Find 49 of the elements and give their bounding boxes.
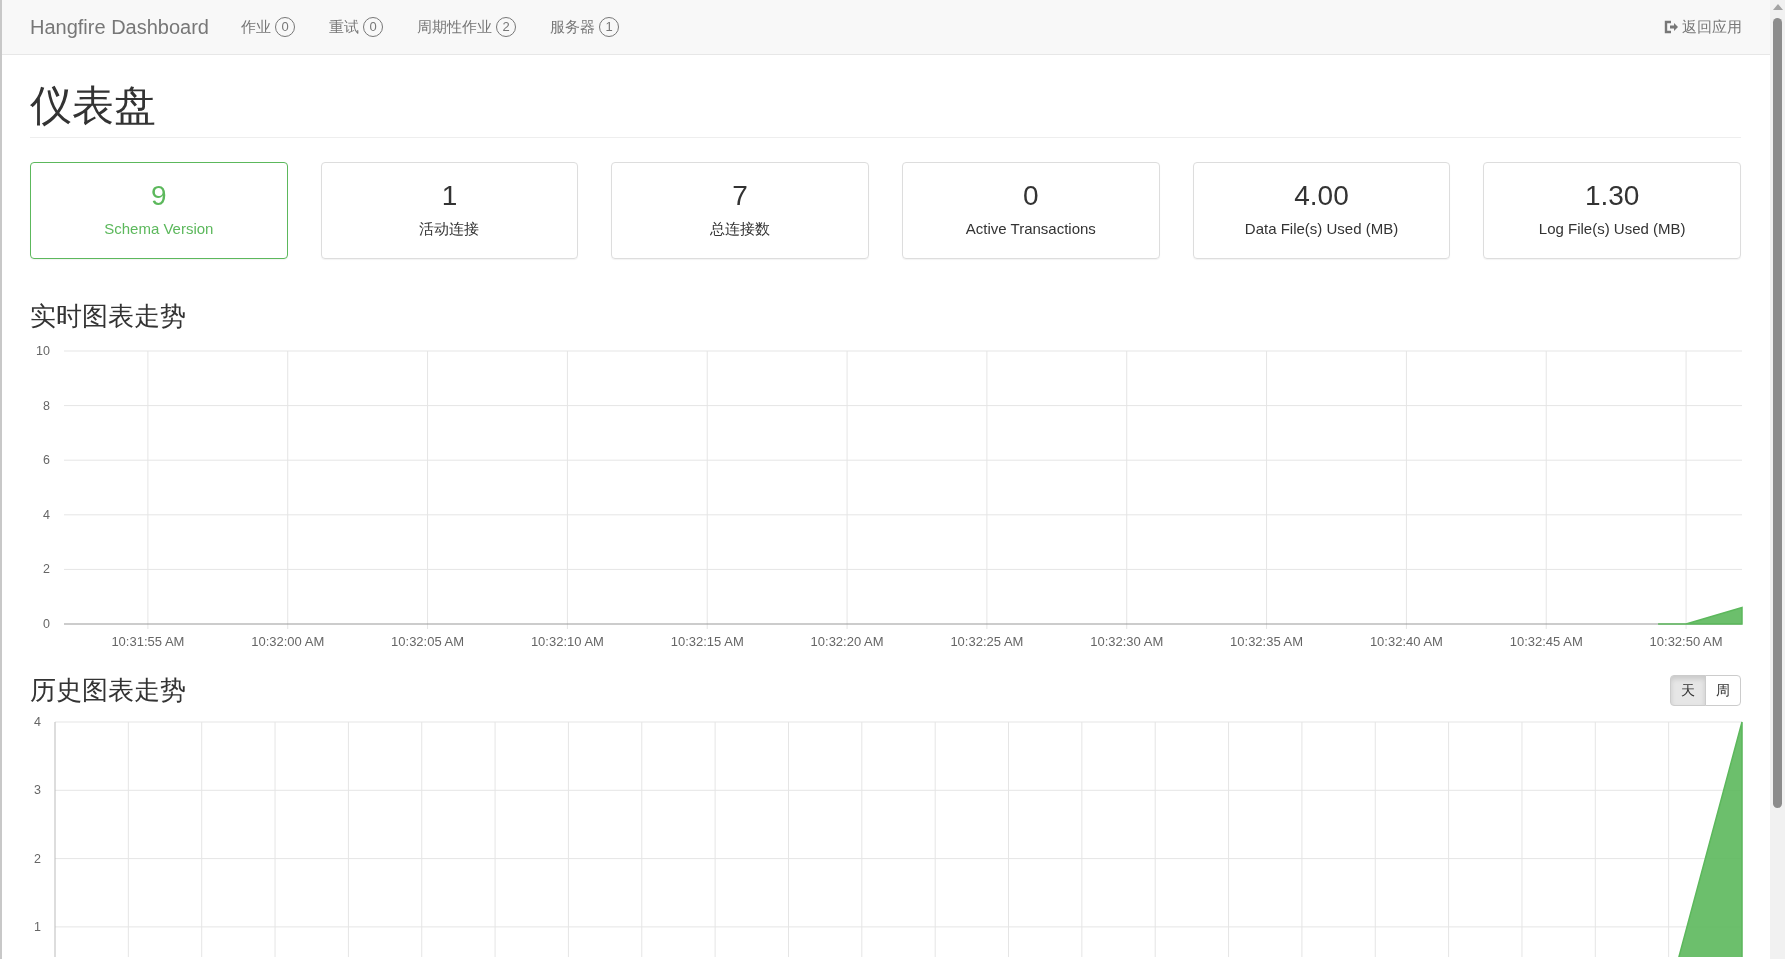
period-toggle[interactable]: 天	[1670, 674, 1706, 706]
axis-tick-label: 10:32:50 AM	[1649, 633, 1723, 649]
metric-label: Schema Version	[104, 219, 214, 240]
scroll-up-icon[interactable]	[1772, 4, 1783, 10]
metric-value: 0	[1023, 181, 1039, 213]
axis-tick-label: 1	[34, 919, 41, 934]
metric-value: 1.30	[1584, 181, 1640, 213]
section-title: 实时图表走势	[30, 301, 187, 333]
metric-label: 总连接数	[710, 219, 771, 240]
nav-link[interactable]: 重试	[329, 15, 359, 39]
axis-tick-label: 3	[34, 783, 41, 798]
nav-link[interactable]: 服务器	[550, 15, 595, 39]
section-title: 历史图表走势	[30, 674, 186, 706]
axis-tick-label: 10:32:15 AM	[670, 633, 744, 649]
axis-tick-label: 10:32:05 AM	[391, 633, 465, 649]
axis-tick-label: 10:32:00 AM	[251, 633, 325, 649]
axis-tick-label: 10:32:45 AM	[1509, 633, 1583, 649]
axis-tick-label: 2	[34, 851, 41, 866]
axis-tick-label: 10:32:30 AM	[1090, 633, 1164, 649]
scrollbar[interactable]	[1770, 0, 1785, 959]
metric-value: 1	[441, 181, 458, 213]
nav-link[interactable]: 周期性作业	[417, 15, 492, 39]
axis-tick-label: 0	[43, 616, 50, 631]
axis-tick-label: 10	[36, 343, 50, 358]
scrollbar-thumb[interactable]	[1773, 18, 1782, 808]
axis-tick-label: 6	[43, 452, 50, 467]
sign-out-icon	[1664, 20, 1678, 34]
metric-label: Active Transactions	[965, 219, 1096, 240]
axis-tick-label: 10:32:25 AM	[950, 633, 1024, 649]
axis-tick-label: 4	[43, 507, 50, 522]
axis-tick-label: 10:31:55 AM	[111, 633, 185, 649]
period-toggle[interactable]: 周	[1705, 674, 1741, 706]
axis-tick-label: 10:32:10 AM	[530, 633, 604, 649]
axis-tick-label: 2	[43, 562, 50, 576]
axis-tick-label: 10:32:20 AM	[810, 633, 884, 649]
metric-value: 9	[151, 181, 167, 213]
axis-tick-label: 10:32:40 AM	[1369, 633, 1443, 649]
page-title: 仪表盘	[30, 81, 1741, 139]
metric-label: Data File(s) Used (MB)	[1244, 219, 1399, 240]
metric-label: 活动连接	[419, 219, 480, 240]
metric-value: 4.00	[1294, 181, 1349, 213]
axis-tick-label: 10:32:35 AM	[1230, 633, 1304, 649]
brand-title[interactable]: Hangfire Dashboard	[30, 12, 209, 42]
axis-tick-label: 4	[34, 714, 41, 729]
axis-tick-label: 8	[43, 398, 50, 413]
metric-label: Log File(s) Used (MB)	[1538, 219, 1686, 240]
back-to-app-link[interactable]: 返回应用	[1664, 15, 1742, 39]
metric-value: 7	[732, 181, 748, 213]
nav-link[interactable]: 作业	[241, 15, 271, 39]
